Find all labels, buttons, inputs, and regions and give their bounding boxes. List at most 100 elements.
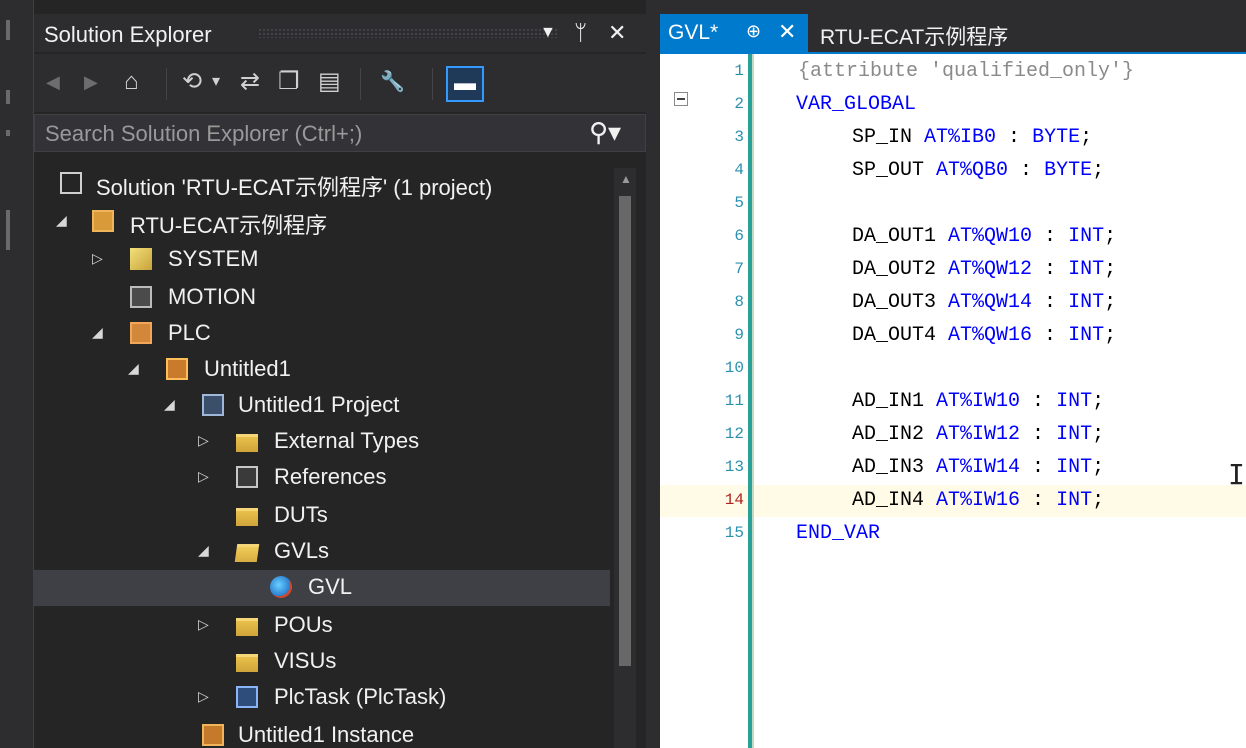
sync-with-active-document-icon[interactable]: ⇄ xyxy=(240,68,260,96)
expander-icon[interactable]: ◢ xyxy=(198,542,209,558)
line-number: 14 xyxy=(724,491,744,509)
data-type: INT xyxy=(1068,225,1105,248)
address-binding: AT%IW16 xyxy=(936,489,1021,512)
tree-node-project[interactable]: ◢ RTU-ECAT示例程序 xyxy=(34,204,610,240)
expander-icon[interactable]: ▷ xyxy=(198,432,209,448)
collapse-region-icon[interactable] xyxy=(674,92,688,106)
tree-node-label: SYSTEM xyxy=(168,246,259,271)
code-text: DA_OUT2 AT%QW12 : INT; xyxy=(852,258,1117,281)
tree-node-label: MOTION xyxy=(168,284,256,309)
properties-wrench-icon[interactable]: 🔧 xyxy=(380,68,405,96)
preview-selected-items-button[interactable]: ▬ xyxy=(446,66,484,102)
gvl-icon xyxy=(270,576,292,598)
line-number: 8 xyxy=(734,293,744,311)
address-binding: AT%IW14 xyxy=(936,456,1021,479)
tree-node-solution[interactable]: Solution 'RTU-ECAT示例程序' (1 project) xyxy=(34,166,610,202)
scroll-up-arrow-icon[interactable]: ▲ xyxy=(620,172,632,186)
tree-node-external-types[interactable]: ▷ External Types xyxy=(34,424,610,460)
folder-open-icon xyxy=(234,544,260,562)
toolbar-separator xyxy=(432,68,433,100)
expander-icon[interactable]: ▷ xyxy=(198,688,209,704)
tree-node-label: GVL xyxy=(308,574,353,599)
tab-gvl[interactable]: GVL* ⊕ ✕ xyxy=(660,14,808,52)
tree-node-untitled1-project[interactable]: ◢ Untitled1 Project xyxy=(34,388,610,424)
expander-icon[interactable]: ▷ xyxy=(92,250,103,266)
address-binding: AT%QW12 xyxy=(948,258,1033,281)
tree-node-gvl[interactable]: GVL xyxy=(34,570,610,606)
close-icon[interactable]: ✕ xyxy=(608,20,626,46)
code-text: VAR_GLOBAL xyxy=(796,93,916,116)
address-binding: AT%IB0 xyxy=(924,126,997,149)
data-type: INT xyxy=(1068,258,1105,281)
tree-node-pous[interactable]: ▷ POUs xyxy=(34,608,610,644)
toolbar-separator xyxy=(360,68,361,100)
code-editor[interactable]: 1 {attribute 'qualified_only'} 2 VAR_GLOBAL… xyxy=(660,54,1246,748)
code-text: DA_OUT3 AT%QW14 : INT; xyxy=(852,291,1117,314)
tree-node-label: VISUs xyxy=(274,648,337,673)
tree-node-duts[interactable]: DUTs xyxy=(34,498,610,534)
tree-node-references[interactable]: ▷ References xyxy=(34,460,610,496)
tree-node-label: PLC xyxy=(168,320,211,345)
address-binding: AT%IW10 xyxy=(936,390,1021,413)
expander-icon[interactable]: ◢ xyxy=(56,212,67,228)
chevron-down-icon[interactable]: ▾ xyxy=(212,68,220,96)
tree-node-plctask[interactable]: ▷ PlcTask (PlcTask) xyxy=(34,680,610,716)
show-all-files-icon[interactable]: ▤ xyxy=(318,68,341,96)
tree-node-untitled1-instance[interactable]: Untitled1 Instance xyxy=(34,718,610,748)
search-input[interactable]: Search Solution Explorer (Ctrl+;) ⚲▾ xyxy=(34,114,646,152)
line-number: 12 xyxy=(724,425,744,443)
variable-name: SP_IN xyxy=(852,126,913,149)
tree-node-untitled1[interactable]: ◢ Untitled1 xyxy=(34,352,610,388)
code-text: END_VAR xyxy=(796,522,880,545)
expander-icon[interactable]: ▷ xyxy=(198,616,209,632)
line-number: 7 xyxy=(734,260,744,278)
address-binding: AT%QW16 xyxy=(948,324,1033,347)
variable-name: SP_OUT xyxy=(852,159,925,182)
keyword: VAR_GLOBAL xyxy=(796,93,917,116)
variable-name: AD_IN4 xyxy=(852,489,925,512)
data-type: INT xyxy=(1056,423,1093,446)
data-type: INT xyxy=(1068,324,1105,347)
tree-node-label: References xyxy=(274,464,387,489)
expander-icon[interactable]: ◢ xyxy=(92,324,103,340)
window-position-dropdown-button[interactable]: ▼ xyxy=(540,24,556,42)
search-icon[interactable]: ⚲▾ xyxy=(589,117,621,148)
variable-name: DA_OUT2 xyxy=(852,258,937,281)
back-button[interactable]: ◀ xyxy=(46,68,60,96)
expander-icon[interactable]: ▷ xyxy=(198,468,209,484)
pin-tab-icon[interactable]: ⊕ xyxy=(746,21,761,42)
folder-icon xyxy=(236,618,258,636)
close-tab-icon[interactable]: ✕ xyxy=(778,19,796,45)
tree-node-visus[interactable]: VISUs xyxy=(34,644,610,680)
tree-node-plc[interactable]: ◢ PLC xyxy=(34,316,610,352)
expander-icon[interactable]: ◢ xyxy=(164,396,175,412)
tree-node-gvls[interactable]: ◢ GVLs xyxy=(34,534,610,570)
keyword: END_VAR xyxy=(796,522,881,545)
expander-icon[interactable]: ◢ xyxy=(128,360,139,376)
variable-name: DA_OUT3 xyxy=(852,291,937,314)
editor-tab-strip: GVL* ⊕ ✕ RTU-ECAT示例程序 xyxy=(660,14,1246,52)
data-type: BYTE xyxy=(1032,126,1081,149)
code-text: {attribute 'qualified_only'} xyxy=(798,60,1134,83)
collapse-all-icon[interactable]: ❐ xyxy=(278,68,300,96)
tree-node-label: DUTs xyxy=(274,502,328,527)
forward-button[interactable]: ▶ xyxy=(84,68,98,96)
tab-label: RTU-ECAT示例程序 xyxy=(820,26,1009,49)
line-number: 10 xyxy=(724,359,744,377)
line-number: 4 xyxy=(734,161,744,179)
data-type: INT xyxy=(1068,291,1105,314)
scrollbar-thumb[interactable] xyxy=(619,196,631,666)
system-icon xyxy=(130,248,152,270)
tree-node-label: POUs xyxy=(274,612,333,637)
pending-changes-filter-icon[interactable]: ⟲ xyxy=(182,68,202,96)
code-text: AD_IN3 AT%IW14 : INT; xyxy=(852,456,1105,479)
tree-node-motion[interactable]: MOTION xyxy=(34,280,610,316)
line-number: 13 xyxy=(724,458,744,476)
code-text: DA_OUT1 AT%QW10 : INT; xyxy=(852,225,1117,248)
pin-icon[interactable]: ᛘ xyxy=(574,20,587,46)
home-icon[interactable]: ⌂ xyxy=(124,68,139,96)
tree-node-system[interactable]: ▷ SYSTEM xyxy=(34,242,610,278)
line-number: 2 xyxy=(734,95,744,113)
panel-splitter[interactable] xyxy=(646,0,660,748)
line-number: 5 xyxy=(734,194,744,212)
